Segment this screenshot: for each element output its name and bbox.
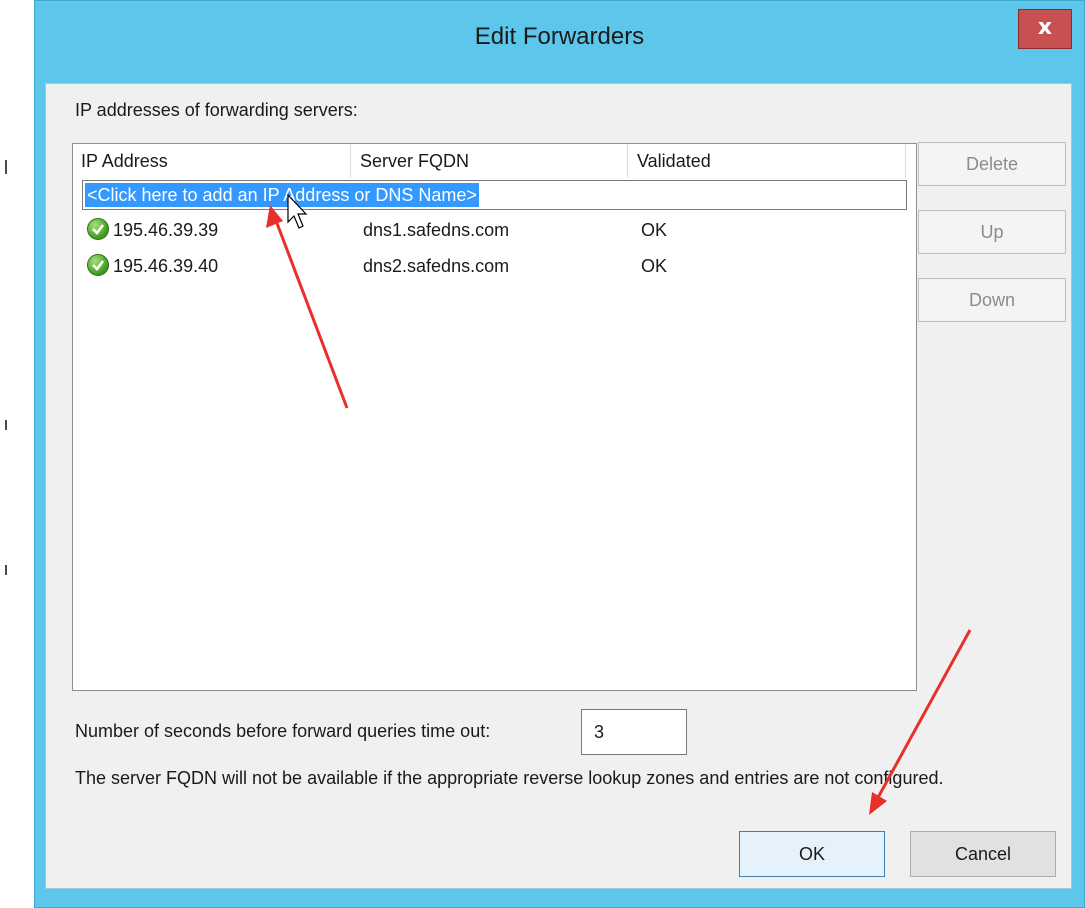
title-bar[interactable]: Edit Forwarders x xyxy=(35,1,1084,83)
row-ip-address: 195.46.39.39 xyxy=(113,220,219,240)
delete-button[interactable]: Delete xyxy=(918,142,1066,186)
row-server-fqdn: dns2.safedns.com xyxy=(363,256,510,276)
background-mark xyxy=(5,565,7,575)
ok-button[interactable]: OK xyxy=(739,831,885,877)
column-header-ip-address[interactable]: IP Address xyxy=(73,144,351,178)
check-circle-icon xyxy=(87,218,109,240)
row-ip-address: 195.46.39.40 xyxy=(113,256,219,276)
timeout-seconds-input[interactable]: 3 xyxy=(581,709,687,755)
background-desktop-strip xyxy=(0,0,34,908)
column-header-validated[interactable]: Validated xyxy=(629,144,906,178)
timeout-label: Number of seconds before forward queries… xyxy=(75,721,491,741)
row-server-fqdn: dns1.safedns.com xyxy=(363,220,510,240)
fqdn-note: The server FQDN will not be available if… xyxy=(75,768,944,788)
row-validated: OK xyxy=(641,256,668,276)
edit-forwarders-dialog: Edit Forwarders x IP addresses of forwar… xyxy=(34,0,1085,908)
dialog-title: Edit Forwarders xyxy=(474,23,645,50)
up-button[interactable]: Up xyxy=(918,210,1066,254)
forwarders-list[interactable]: IP Address Server FQDN Validated <Click … xyxy=(72,143,917,691)
add-address-row[interactable]: <Click here to add an IP Address or DNS … xyxy=(82,180,907,210)
forwarder-row[interactable]: 195.46.39.39 dns1.safedns.com OK xyxy=(73,214,916,248)
column-header-server-fqdn[interactable]: Server FQDN xyxy=(352,144,628,178)
add-address-prompt[interactable]: <Click here to add an IP Address or DNS … xyxy=(85,183,479,207)
list-caption: IP addresses of forwarding servers: xyxy=(75,100,358,120)
dialog-client-area: IP addresses of forwarding servers: IP A… xyxy=(45,83,1072,889)
forwarder-row[interactable]: 195.46.39.40 dns2.safedns.com OK xyxy=(73,250,916,284)
background-mark xyxy=(5,160,7,174)
down-button[interactable]: Down xyxy=(918,278,1066,322)
check-circle-icon xyxy=(87,254,109,276)
close-button[interactable]: x xyxy=(1018,9,1072,49)
row-validated: OK xyxy=(641,220,668,240)
cancel-button[interactable]: Cancel xyxy=(910,831,1056,877)
background-mark xyxy=(5,420,7,430)
